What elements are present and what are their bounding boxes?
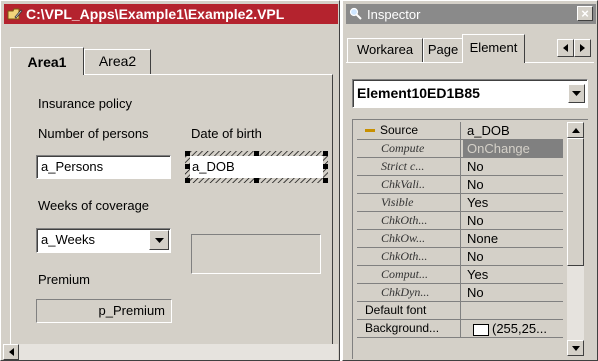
form-designer-title: C:\VPL_Apps\Example1\Example2.VPL [26, 6, 285, 22]
property-value[interactable]: OnChange [463, 140, 563, 157]
property-name-text: Source [380, 123, 419, 137]
premium-output: p_Premium [36, 299, 172, 323]
vertical-scrollbar[interactable] [567, 122, 584, 356]
property-value[interactable]: (255,25... [463, 320, 563, 337]
property-name: ChkOw... [357, 230, 461, 247]
property-name: Strict c... [357, 158, 461, 175]
property-value[interactable]: No [463, 248, 563, 265]
property-name: Compute [357, 140, 461, 157]
property-name: Source [357, 122, 461, 139]
property-name: Default font [357, 302, 461, 319]
tab-element-label: Element [469, 40, 518, 55]
property-grid[interactable]: Source a_DOB Compute OnChange Strict c... No C… [352, 119, 588, 359]
weeks-dropdown-button[interactable] [149, 230, 169, 250]
property-row[interactable]: ChkOth... No [357, 248, 563, 266]
persons-field[interactable]: a_Persons [36, 155, 171, 179]
property-value[interactable]: Yes [463, 194, 563, 211]
property-row[interactable]: ChkOw... None [357, 230, 563, 248]
property-row[interactable]: Source a_DOB [357, 122, 563, 140]
scroll-left-button[interactable] [3, 344, 19, 360]
tab-page-label: Page [427, 42, 459, 57]
insurance-policy-label: Insurance policy [38, 96, 132, 111]
weeks-combobox-value: a_Weeks [41, 232, 95, 247]
property-name: Visible [357, 194, 461, 211]
property-name: ChkOth... [357, 248, 461, 265]
element-selector[interactable]: Element10ED1B85 [352, 79, 588, 108]
tab-area1[interactable]: Area1 [10, 47, 84, 75]
collapse-icon[interactable] [365, 129, 375, 133]
property-value[interactable]: No [463, 284, 563, 301]
horizontal-scrollbar[interactable] [3, 344, 338, 360]
tab-area1-label: Area1 [27, 54, 67, 70]
property-row[interactable]: Background... (255,25... [357, 320, 563, 338]
blank-box-element[interactable] [191, 234, 321, 274]
property-name: ChkOth... [357, 212, 461, 229]
dob-field[interactable]: a_DOB [190, 156, 323, 178]
inspector-window: Inspector × Workarea Page Element Elemen… [342, 0, 598, 361]
tab-page[interactable]: Page [423, 38, 463, 62]
property-name: ChkVali.. [357, 176, 461, 193]
date-of-birth-label: Date of birth [191, 126, 262, 141]
property-value[interactable]: No [463, 176, 563, 193]
folder-pencil-icon [7, 8, 23, 20]
property-value[interactable]: No [463, 158, 563, 175]
tab-area2-label: Area2 [98, 53, 137, 69]
scroll-up-button[interactable] [567, 122, 584, 138]
tab-workarea-label: Workarea [356, 42, 414, 57]
form-designer-titlebar[interactable]: C:\VPL_Apps\Example1\Example2.VPL [4, 4, 338, 24]
tab-scroll-left-button[interactable] [557, 39, 574, 57]
property-row[interactable]: ChkOth... No [357, 212, 563, 230]
inspector-title: Inspector [367, 6, 421, 22]
chevron-down-icon [572, 91, 581, 96]
property-rows: Source a_DOB Compute OnChange Strict c... No C… [357, 122, 565, 356]
premium-label: Premium [38, 272, 91, 287]
scroll-thumb[interactable] [567, 138, 584, 266]
property-value-text: (255,25... [492, 321, 547, 336]
dob-field-selection[interactable]: a_DOB [185, 151, 328, 183]
property-name: ChkDyn... [357, 284, 461, 301]
weeks-combobox[interactable]: a_Weeks [36, 228, 171, 253]
arrow-left-icon [563, 44, 568, 52]
tab-area2[interactable]: Area2 [84, 49, 151, 74]
property-row[interactable]: Comput... Yes [357, 266, 563, 284]
tab-workarea[interactable]: Workarea [347, 38, 423, 62]
tab-scroll-right-button[interactable] [574, 39, 591, 57]
property-name: Background... [357, 320, 461, 337]
property-value[interactable]: Yes [463, 266, 563, 283]
magnifier-icon [349, 7, 362, 20]
form-designer-window: C:\VPL_Apps\Example1\Example2.VPL Area1 … [0, 0, 340, 361]
element-panel: Element10ED1B85 Source a_DOB Compute OnChan… [346, 62, 594, 359]
property-row[interactable]: Compute OnChange [357, 140, 563, 158]
area1-panel: Insurance policy Number of persons Date … [10, 74, 333, 348]
number-of-persons-label: Number of persons [38, 126, 149, 141]
element-selector-dropdown-button[interactable] [568, 84, 585, 103]
arrow-up-icon [571, 127, 580, 133]
element-selector-value: Element10ED1B85 [357, 85, 480, 101]
weeks-of-coverage-label: Weeks of coverage [38, 198, 150, 213]
inspector-titlebar[interactable]: Inspector × [346, 4, 596, 24]
close-icon: × [581, 5, 589, 21]
property-row[interactable]: Visible Yes [357, 194, 563, 212]
property-row[interactable]: Strict c... No [357, 158, 563, 176]
property-row[interactable]: ChkVali.. No [357, 176, 563, 194]
property-name: Comput... [357, 266, 461, 283]
premium-output-value: p_Premium [98, 303, 165, 318]
close-button[interactable]: × [577, 6, 593, 21]
color-swatch [473, 323, 489, 336]
tab-element[interactable]: Element [462, 34, 525, 63]
arrow-left-icon [8, 348, 14, 356]
property-row[interactable]: Default font [357, 302, 563, 320]
arrow-down-icon [571, 345, 580, 351]
property-value[interactable]: None [463, 230, 563, 247]
scroll-down-button[interactable] [567, 340, 584, 356]
property-value[interactable] [463, 302, 563, 319]
arrow-right-icon [580, 44, 585, 52]
property-row[interactable]: ChkDyn... No [357, 284, 563, 302]
property-value[interactable]: a_DOB [463, 122, 563, 139]
property-value[interactable]: No [463, 212, 563, 229]
chevron-down-icon [154, 237, 164, 243]
